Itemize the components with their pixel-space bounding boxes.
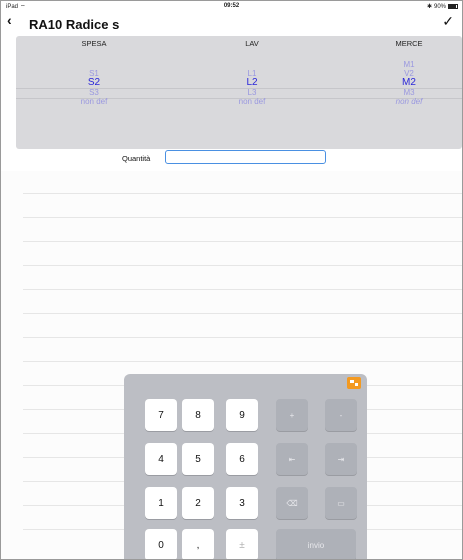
list-divider bbox=[23, 289, 462, 290]
key-minus[interactable]: - bbox=[325, 399, 357, 431]
picker-option[interactable]: L3 bbox=[192, 88, 312, 97]
picker-option-selected[interactable]: M2 bbox=[349, 78, 462, 88]
picker-option[interactable]: non def bbox=[349, 97, 462, 106]
app-window: iPad ⌔ 09:52 ✱ 90% ‹ RA10 Radice s ✓ SPE… bbox=[0, 0, 463, 560]
list-divider bbox=[23, 217, 462, 218]
key-comma[interactable]: , bbox=[182, 529, 214, 559]
picker-option[interactable]: S3 bbox=[34, 88, 154, 97]
list-divider bbox=[23, 265, 462, 266]
key-9[interactable]: 9 bbox=[226, 399, 258, 431]
key-keyboard-toggle[interactable]: ▭ bbox=[325, 487, 357, 519]
picker-option-selected[interactable]: S2 bbox=[34, 78, 154, 88]
picker-column-spesa[interactable]: S1 S2 S3 non def bbox=[34, 69, 154, 106]
list-divider bbox=[23, 193, 462, 194]
picker-option[interactable]: M3 bbox=[349, 88, 462, 97]
battery-icon bbox=[448, 4, 458, 9]
key-backspace[interactable]: ⌫ bbox=[276, 487, 308, 519]
key-plus-minus[interactable]: ± bbox=[226, 529, 258, 559]
list-divider bbox=[23, 361, 462, 362]
numeric-keypad: 7 8 9 + - 4 5 6 ⇤ ⇥ 1 2 3 ⌫ ▭ 0 , ± invi… bbox=[124, 374, 367, 559]
category-picker[interactable]: SPESA LAV MERCE S1 S2 S3 non def L1 L2 L… bbox=[16, 36, 462, 149]
list-divider bbox=[23, 337, 462, 338]
key-0[interactable]: 0 bbox=[145, 529, 177, 559]
key-enter[interactable]: invio bbox=[276, 529, 356, 559]
key-5[interactable]: 5 bbox=[182, 443, 214, 475]
picker-header-merce: MERCE bbox=[395, 39, 423, 48]
key-8[interactable]: 8 bbox=[182, 399, 214, 431]
checkmark-icon: ✓ bbox=[442, 13, 454, 29]
page-title: RA10 Radice s bbox=[29, 17, 120, 32]
picker-header: SPESA LAV MERCE bbox=[16, 39, 462, 49]
status-bar: iPad ⌔ 09:52 ✱ 90% bbox=[1, 1, 462, 13]
bluetooth-icon: ✱ bbox=[426, 4, 432, 10]
quantity-input[interactable] bbox=[165, 150, 326, 164]
picker-option[interactable]: non def bbox=[192, 97, 312, 106]
list-divider bbox=[23, 313, 462, 314]
picker-option-selected[interactable]: L2 bbox=[192, 78, 312, 88]
list-divider bbox=[23, 241, 462, 242]
key-1[interactable]: 1 bbox=[145, 487, 177, 519]
key-6[interactable]: 6 bbox=[226, 443, 258, 475]
key-4[interactable]: 4 bbox=[145, 443, 177, 475]
key-7[interactable]: 7 bbox=[145, 399, 177, 431]
key-tab-forward[interactable]: ⇥ bbox=[325, 443, 357, 475]
done-button[interactable]: ✓ bbox=[442, 14, 454, 28]
picker-option[interactable]: non def bbox=[34, 97, 154, 106]
keypad-toggle-icon[interactable] bbox=[347, 377, 361, 389]
picker-header-lav: LAV bbox=[245, 39, 259, 48]
chevron-left-icon: ‹ bbox=[7, 12, 12, 28]
back-button[interactable]: ‹ bbox=[7, 12, 21, 28]
battery-percent: 90% bbox=[433, 3, 446, 10]
picker-option[interactable]: M1 bbox=[349, 60, 462, 69]
key-tab-back[interactable]: ⇤ bbox=[276, 443, 308, 475]
picker-column-merce[interactable]: M1 V2 M2 M3 non def bbox=[349, 60, 462, 106]
quantity-label: Quantità bbox=[122, 154, 151, 163]
key-plus[interactable]: + bbox=[276, 399, 308, 431]
key-2[interactable]: 2 bbox=[182, 487, 214, 519]
key-3[interactable]: 3 bbox=[226, 487, 258, 519]
picker-column-lav[interactable]: L1 L2 L3 non def bbox=[192, 69, 312, 106]
status-time: 09:52 bbox=[223, 3, 240, 9]
picker-header-spesa: SPESA bbox=[81, 39, 107, 48]
nav-bar: ‹ RA10 Radice s ✓ bbox=[1, 13, 462, 35]
